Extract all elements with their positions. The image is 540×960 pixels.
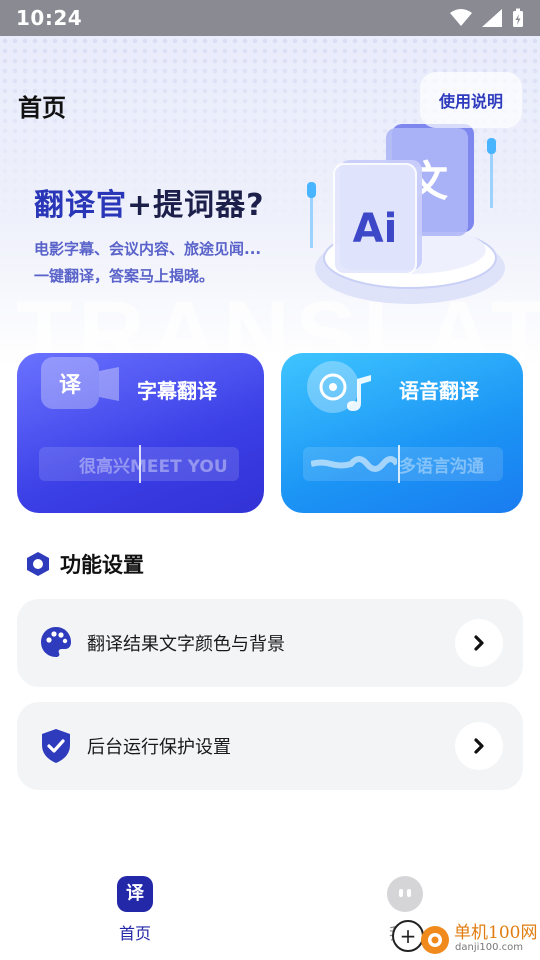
signal-icon bbox=[482, 9, 502, 27]
site-logo-icon: + bbox=[392, 920, 449, 954]
hero-line1: 电影字幕、会议内容、旅途见闻... bbox=[34, 240, 262, 258]
nav-home-label: 首页 bbox=[118, 924, 151, 943]
site-name: 单机100网 bbox=[454, 923, 538, 943]
palette-icon bbox=[41, 627, 71, 657]
text-color-arrow-button[interactable] bbox=[455, 619, 503, 667]
chevron-right-icon bbox=[474, 738, 484, 754]
subtitle-translate-card[interactable]: 译 字幕翻译 很高兴MEET YOU bbox=[17, 353, 264, 513]
voice-translate-title: 语音翻译 bbox=[399, 379, 479, 403]
music-disc-icon bbox=[307, 361, 371, 413]
waveform-icon bbox=[311, 456, 397, 472]
hexagon-icon bbox=[27, 552, 49, 576]
section-title: 功能设置 bbox=[60, 553, 144, 577]
subtitle-cursor bbox=[139, 445, 141, 483]
profile-nav-icon bbox=[387, 876, 423, 912]
page-title: 首页 bbox=[18, 94, 66, 122]
background-protect-setting-label: 后台运行保护设置 bbox=[87, 737, 231, 758]
subtitle-translate-title: 字幕翻译 bbox=[137, 379, 217, 403]
hero-line2: 一键翻译，答案马上揭晓。 bbox=[34, 267, 215, 285]
wifi-icon bbox=[450, 9, 472, 26]
nav-home[interactable]: 译 首页 bbox=[100, 876, 170, 944]
shield-check-icon bbox=[42, 729, 70, 763]
text-color-setting-row[interactable]: 翻译结果文字颜色与背景 bbox=[17, 599, 523, 687]
svg-text:+: + bbox=[400, 924, 417, 948]
chevron-right-icon bbox=[474, 635, 484, 651]
ai-translate-illustration: 文 Ai bbox=[307, 124, 505, 304]
battery-icon bbox=[513, 8, 523, 27]
status-bar: 10:24 bbox=[0, 0, 540, 36]
status-icons bbox=[450, 8, 524, 28]
camera-icon bbox=[99, 367, 119, 401]
background-protect-setting-row[interactable]: 后台运行保护设置 bbox=[17, 702, 523, 790]
site-url: danji100.com bbox=[455, 942, 523, 953]
background-protect-arrow-button[interactable] bbox=[455, 722, 503, 770]
status-time: 10:24 bbox=[16, 6, 83, 30]
voice-cursor bbox=[398, 445, 400, 483]
help-button[interactable]: 使用说明 bbox=[420, 72, 522, 128]
ai-label: Ai bbox=[353, 206, 398, 252]
site-watermark-badge: + 单机100网 danji100.com bbox=[388, 908, 538, 958]
home-nav-icon: 译 bbox=[117, 876, 153, 912]
translate-char-icon: 译 bbox=[41, 357, 99, 409]
hero-headline-part2: +提词器? bbox=[127, 188, 265, 223]
voice-translate-card[interactable]: 语音翻译 多语言沟通 bbox=[281, 353, 523, 513]
hero-headline-part1: 翻译官 bbox=[34, 188, 127, 223]
text-color-setting-label: 翻译结果文字颜色与背景 bbox=[87, 634, 285, 655]
hero-headline: 翻译官+提词器? bbox=[34, 180, 265, 224]
